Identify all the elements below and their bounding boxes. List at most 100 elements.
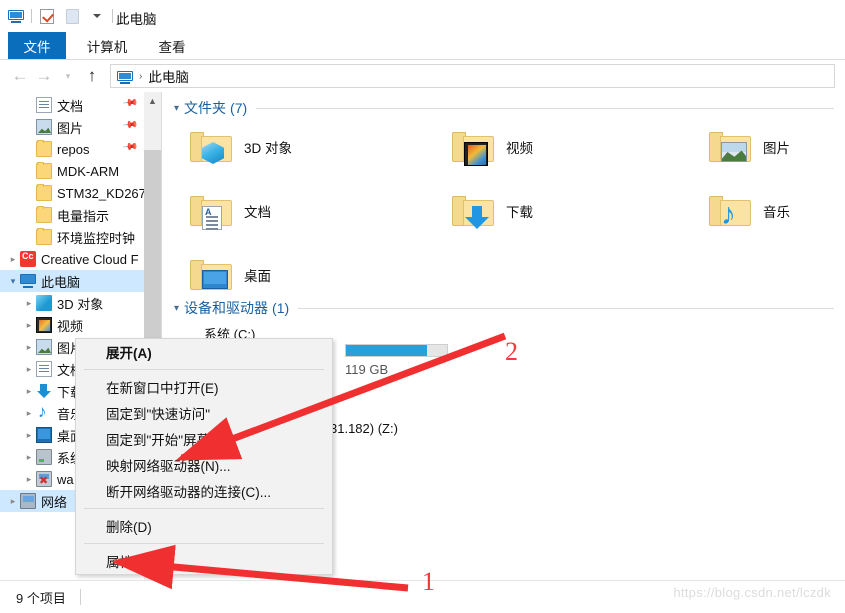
film-glyph: [464, 142, 488, 166]
sidebar-item-5[interactable]: 电量指示: [0, 204, 144, 226]
folder-item[interactable]: 3D 对象: [188, 128, 292, 166]
recent-locations-button[interactable]: ▾: [56, 64, 80, 88]
chevron-down-icon[interactable]: ▾: [6, 276, 20, 287]
chevron-right-icon[interactable]: ▸: [22, 474, 36, 485]
new-folder-button[interactable]: [62, 6, 82, 26]
forward-button[interactable]: →: [32, 64, 56, 88]
creative-cloud-icon: [20, 251, 36, 267]
folder-item[interactable]: 视频: [450, 128, 533, 166]
group-rule: [298, 307, 834, 309]
folder-item[interactable]: 音乐: [707, 192, 790, 232]
sidebar-item-3[interactable]: MDK-ARM: [0, 160, 144, 182]
chevron-right-icon[interactable]: ▸: [22, 298, 36, 309]
context-menu-item-1[interactable]: 在新窗口中打开(E): [76, 374, 332, 400]
new-folder-icon: [65, 8, 79, 24]
group-header-0[interactable]: ▾ 文件夹 (7): [174, 98, 834, 118]
breadcrumb-separator: ›: [139, 70, 143, 82]
sidebar-item-6[interactable]: 环境监控时钟: [0, 226, 144, 248]
chevron-down-icon[interactable]: ▾: [174, 303, 179, 314]
sidebar-item-label: 3D 对象: [57, 296, 104, 312]
chevron-right-icon[interactable]: ▸: [22, 430, 36, 441]
desktop-glyph: [202, 270, 228, 289]
sidebar-item-2[interactable]: repos 📌: [0, 138, 144, 160]
3d-objects-icon: [36, 295, 52, 311]
context-menu-separator: [84, 369, 324, 370]
toolbar-divider-2: [112, 9, 113, 23]
folder-label: 视频: [506, 141, 533, 156]
folder-icon: [36, 140, 52, 157]
this-pc-quick-icon[interactable]: [6, 6, 26, 26]
chevron-right-icon[interactable]: ▸: [6, 254, 20, 265]
annotation-number-2: 2: [505, 337, 518, 366]
context-menu-item-7[interactable]: 属性(R): [76, 548, 332, 574]
pin-icon[interactable]: 📌: [121, 139, 138, 155]
sidebar-item-label: MDK-ARM: [57, 163, 120, 179]
customize-toolbar-button[interactable]: [87, 6, 107, 26]
document-icon: [36, 361, 52, 377]
tab-computer[interactable]: 计算机: [76, 32, 138, 59]
up-button[interactable]: ↑: [80, 64, 104, 88]
folder-item[interactable]: 桌面: [188, 256, 271, 294]
chevron-right-icon[interactable]: ▸: [22, 452, 36, 463]
context-menu-separator: [84, 508, 324, 509]
folder-icon: [36, 228, 52, 245]
status-divider: [79, 589, 81, 605]
sidebar-item-label: Creative Cloud F: [41, 251, 139, 267]
scroll-up-icon[interactable]: ▲: [144, 92, 161, 109]
chevron-right-icon[interactable]: ▸: [22, 386, 36, 397]
sidebar-item-label: repos: [57, 141, 90, 157]
context-menu[interactable]: 展开(A) 在新窗口中打开(E) 固定到"快速访问" 固定到"开始"屏幕(P) 映射网络…: [75, 338, 333, 575]
item-count-label: 9 个项目: [16, 590, 66, 606]
ribbon-tab-bar: 文件 计算机 查看: [0, 32, 845, 59]
context-menu-item-3[interactable]: 固定到"开始"屏幕(P): [76, 426, 332, 452]
chevron-right-icon[interactable]: ▸: [6, 496, 20, 507]
folder-music-icon: [707, 192, 753, 232]
folder-pictures-icon: [707, 128, 753, 166]
group-name: 文件夹: [184, 100, 227, 116]
tab-view[interactable]: 查看: [148, 32, 196, 59]
photo-glyph: [721, 142, 747, 162]
chevron-right-icon[interactable]: ▸: [22, 342, 36, 353]
tab-file[interactable]: 文件: [8, 32, 66, 59]
sidebar-item-4[interactable]: STM32_KD2679: [0, 182, 144, 204]
annotation-number-1: 1: [422, 567, 435, 596]
context-menu-separator: [84, 543, 324, 544]
document-icon: [36, 97, 52, 113]
back-button[interactable]: ←: [8, 64, 32, 88]
network-drive-label: 31.182) (Z:): [330, 421, 398, 436]
sidebar-item-8[interactable]: ▾ 此电脑: [0, 270, 144, 292]
sidebar-item-9[interactable]: ▸ 3D 对象: [0, 292, 144, 314]
folder-item[interactable]: 下载: [450, 192, 533, 230]
context-menu-item-4[interactable]: 映射网络驱动器(N)...: [76, 452, 332, 478]
context-menu-item-5[interactable]: 断开网络驱动器的连接(C)...: [76, 478, 332, 504]
drive-icon: [36, 449, 52, 465]
videos-icon: [36, 317, 52, 333]
sidebar-item-label: 图片: [57, 120, 84, 136]
sidebar-item-10[interactable]: ▸ 视频: [0, 314, 144, 336]
drive-capacity-fill: [346, 345, 427, 356]
sidebar-item-label: 视频: [57, 318, 84, 334]
chevron-down-icon[interactable]: ▾: [174, 103, 179, 114]
context-menu-item-2[interactable]: 固定到"快速访问": [76, 400, 332, 426]
sidebar-item-1[interactable]: 图片 📌: [0, 116, 144, 138]
pin-icon[interactable]: 📌: [121, 117, 138, 133]
folder-label: 桌面: [244, 269, 271, 284]
monitor-icon: [117, 68, 133, 84]
properties-button[interactable]: [37, 6, 57, 26]
chevron-right-icon[interactable]: ▸: [22, 364, 36, 375]
chevron-right-icon[interactable]: ▸: [22, 408, 36, 419]
music-note-glyph: [721, 198, 745, 232]
folder-item[interactable]: 图片: [707, 128, 790, 166]
context-menu-item-0[interactable]: 展开(A): [76, 339, 332, 365]
context-menu-item-6[interactable]: 删除(D): [76, 513, 332, 539]
sidebar-item-0[interactable]: 文档 📌: [0, 94, 144, 116]
pin-icon[interactable]: 📌: [121, 95, 138, 111]
chevron-right-icon[interactable]: ▸: [22, 320, 36, 331]
sidebar-item-7[interactable]: ▸ Creative Cloud F: [0, 248, 144, 270]
address-bar-input[interactable]: › 此电脑: [110, 64, 835, 88]
folder-item[interactable]: 文档: [188, 192, 271, 230]
this-pc-icon: [20, 273, 36, 289]
folder-videos-icon: [450, 128, 496, 166]
music-icon: [36, 402, 52, 422]
group-header-1[interactable]: ▾ 设备和驱动器 (1): [174, 298, 834, 318]
